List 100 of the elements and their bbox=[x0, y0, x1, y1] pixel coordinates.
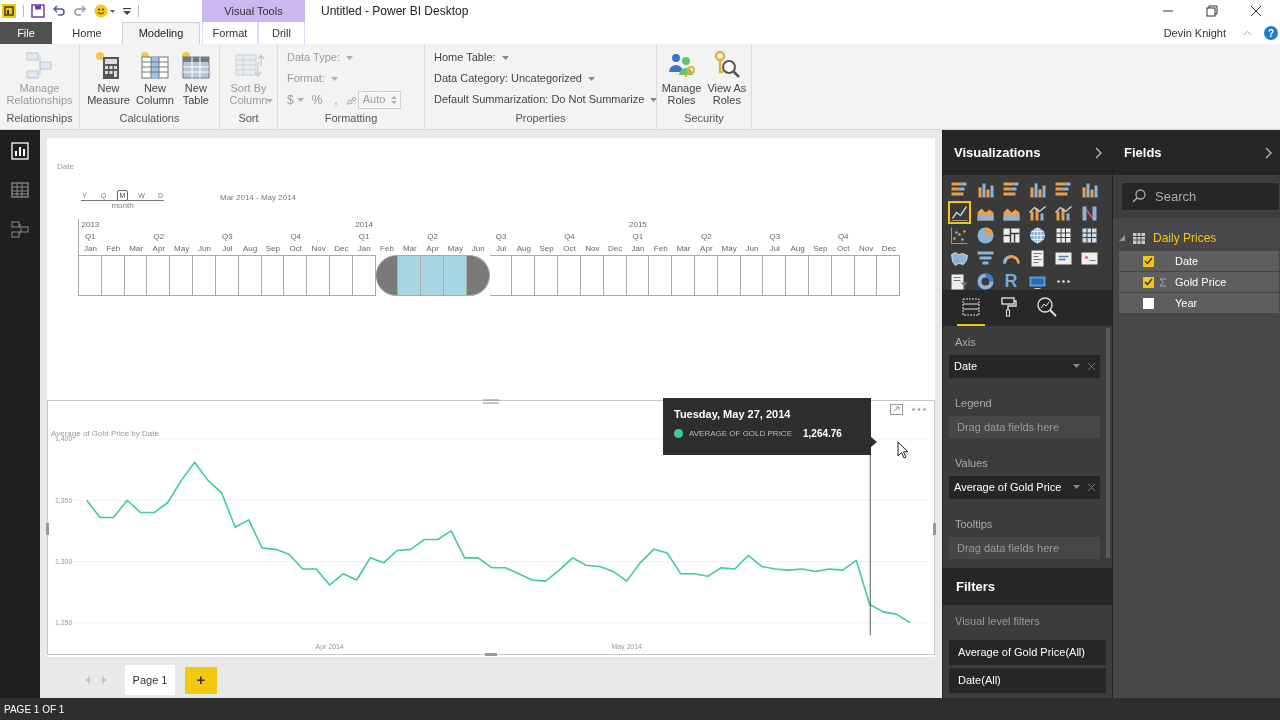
app-logo-icon[interactable] bbox=[2, 4, 16, 18]
timeline-cell[interactable] bbox=[398, 255, 422, 296]
manage-roles-button[interactable]: Manage Roles bbox=[659, 50, 704, 106]
relationships-view-icon[interactable] bbox=[10, 219, 30, 239]
field-row[interactable]: Date bbox=[1119, 251, 1279, 271]
globe-icon[interactable] bbox=[1028, 226, 1047, 245]
timeline-cell[interactable] bbox=[124, 255, 148, 296]
timeline-cell[interactable] bbox=[877, 255, 901, 296]
combo-chart-icon[interactable] bbox=[1054, 203, 1073, 222]
table-name[interactable]: Daily Prices bbox=[1153, 229, 1217, 247]
remove-icon[interactable] bbox=[1088, 362, 1095, 370]
filter-card[interactable]: Date(All) bbox=[949, 667, 1106, 693]
focus-mode-icon[interactable] bbox=[890, 404, 903, 415]
dropdown[interactable]: Default Summarization: Do Not Summarize bbox=[434, 89, 658, 110]
resize-handle[interactable] bbox=[933, 523, 936, 535]
range-handle[interactable] bbox=[375, 255, 399, 296]
add-page-button[interactable]: + bbox=[185, 667, 217, 694]
donut-chart-icon[interactable] bbox=[976, 272, 995, 291]
more-options-icon[interactable] bbox=[912, 408, 926, 411]
timeline-cell[interactable] bbox=[512, 255, 536, 296]
timeline-cell[interactable] bbox=[421, 255, 444, 296]
timeline-cell[interactable] bbox=[215, 255, 239, 296]
timeline-cell[interactable] bbox=[79, 255, 102, 296]
chevron-right-icon[interactable] bbox=[1095, 146, 1102, 159]
timeline-cell[interactable] bbox=[193, 255, 216, 296]
report-view-icon[interactable] bbox=[10, 141, 30, 161]
file-menu-tab[interactable]: File bbox=[0, 22, 52, 44]
timeline-cell[interactable] bbox=[329, 255, 353, 296]
timeline-cell[interactable] bbox=[763, 255, 787, 296]
timeline-cell[interactable] bbox=[786, 255, 809, 296]
range-handle[interactable] bbox=[466, 255, 490, 296]
ribbon-tab[interactable]: Modeling bbox=[122, 22, 200, 44]
undo-icon[interactable] bbox=[52, 4, 66, 18]
new-column-button[interactable]: New Column bbox=[133, 50, 176, 106]
data-view-icon[interactable] bbox=[10, 180, 30, 200]
combo-chart-icon[interactable] bbox=[1028, 203, 1047, 222]
timeline-cell[interactable] bbox=[649, 255, 673, 296]
restore-icon[interactable] bbox=[1204, 3, 1220, 19]
help-button[interactable]: ? bbox=[1264, 26, 1278, 40]
timeline-cell[interactable] bbox=[831, 255, 855, 296]
timeline-cell[interactable] bbox=[603, 255, 627, 296]
timeline-cell[interactable] bbox=[352, 255, 376, 296]
filled-map-icon[interactable] bbox=[950, 249, 969, 268]
smiley-icon[interactable] bbox=[94, 4, 116, 18]
timeline-cell[interactable] bbox=[580, 255, 604, 296]
timeline-cell[interactable] bbox=[626, 255, 650, 296]
timeline-cell[interactable] bbox=[489, 255, 513, 296]
bar-chart-icon[interactable] bbox=[1054, 180, 1073, 199]
funnel-icon[interactable] bbox=[976, 249, 995, 268]
treemap-icon[interactable] bbox=[1002, 226, 1021, 245]
slicer-icon[interactable] bbox=[950, 272, 969, 291]
timeline-cell[interactable] bbox=[147, 255, 171, 296]
chevron-right-icon[interactable] bbox=[1265, 146, 1272, 159]
timeline-cell[interactable] bbox=[238, 255, 262, 296]
timeline-cell[interactable] bbox=[854, 255, 878, 296]
timeline-cell[interactable] bbox=[535, 255, 559, 296]
timeline-cell[interactable] bbox=[261, 255, 285, 296]
user-name[interactable]: Devin Knight bbox=[1163, 24, 1226, 42]
field-row[interactable]: Gold Price bbox=[1119, 272, 1279, 292]
close-icon[interactable] bbox=[1248, 3, 1264, 19]
search-field[interactable]: Search bbox=[1121, 182, 1280, 211]
collapse-ribbon-icon[interactable] bbox=[1243, 30, 1252, 36]
remove-icon[interactable] bbox=[1088, 483, 1095, 491]
bar-chart-icon[interactable] bbox=[950, 180, 969, 199]
field-well[interactable]: Average of Gold Price bbox=[949, 476, 1100, 499]
ribbon-tab[interactable]: Home bbox=[52, 22, 122, 44]
line-chart-icon[interactable] bbox=[950, 203, 969, 222]
new-table-button[interactable]: New Table bbox=[177, 50, 214, 106]
field-row[interactable]: Year bbox=[1119, 293, 1279, 313]
timeline-cell[interactable] bbox=[694, 255, 718, 296]
field-well[interactable]: Date bbox=[949, 355, 1100, 378]
page-tab[interactable]: Page 1 bbox=[125, 665, 175, 695]
bar-chart-icon[interactable] bbox=[1002, 180, 1021, 199]
timeline-cell[interactable] bbox=[307, 255, 330, 296]
timeline-cell[interactable] bbox=[740, 255, 764, 296]
filter-card[interactable]: Average of Gold Price(All) bbox=[949, 639, 1106, 665]
checkbox[interactable] bbox=[1143, 276, 1154, 288]
timeline-cell[interactable] bbox=[284, 255, 308, 296]
save-icon[interactable] bbox=[31, 4, 45, 18]
timeline-cell[interactable] bbox=[558, 255, 581, 296]
timeline-cell[interactable] bbox=[672, 255, 695, 296]
timeline-cell[interactable] bbox=[717, 255, 741, 296]
drag-grip-icon[interactable] bbox=[483, 399, 499, 405]
checkbox[interactable] bbox=[1143, 255, 1154, 267]
new-measure-button[interactable]: New Measure bbox=[85, 50, 132, 106]
resize-handle[interactable] bbox=[485, 653, 497, 656]
timeline-cell[interactable] bbox=[809, 255, 832, 296]
resize-handle[interactable] bbox=[46, 523, 49, 535]
customize-menu-icon[interactable] bbox=[123, 6, 131, 16]
timeline-cell[interactable] bbox=[170, 255, 194, 296]
checkbox[interactable] bbox=[1143, 297, 1154, 309]
table-icon[interactable] bbox=[1054, 226, 1073, 245]
scatter-chart-icon[interactable] bbox=[950, 226, 969, 245]
pie-chart-icon[interactable] bbox=[976, 226, 995, 245]
dropdown[interactable]: Home Table: bbox=[434, 47, 509, 68]
collapse-arrow-icon[interactable] bbox=[1119, 235, 1125, 241]
r-visual-button[interactable]: R bbox=[1001, 271, 1021, 291]
view-as-roles-button[interactable]: View As Roles bbox=[705, 50, 749, 106]
timeline-cell[interactable] bbox=[444, 255, 467, 296]
redo-icon[interactable] bbox=[73, 4, 87, 18]
